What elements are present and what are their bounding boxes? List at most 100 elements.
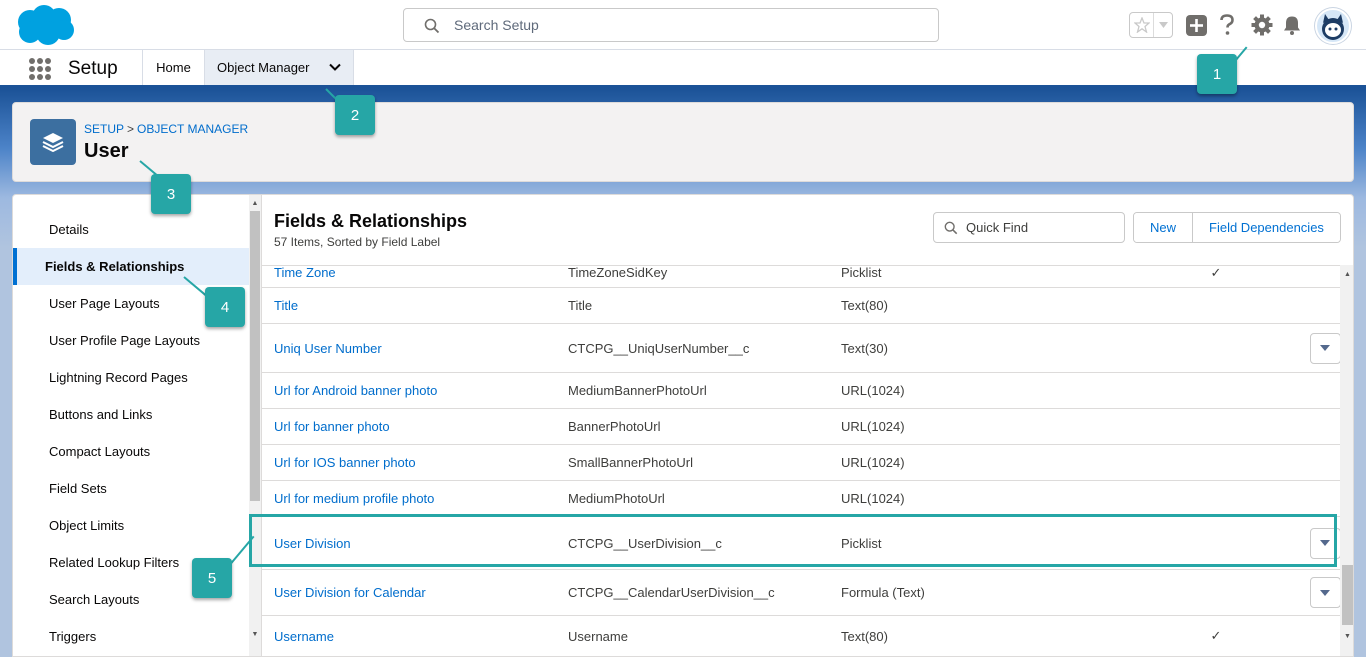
table-row: Url for medium profile photo MediumPhoto… (262, 481, 1340, 517)
field-label-link[interactable]: User Division (274, 517, 351, 569)
sidebar-item-buttons-links[interactable]: Buttons and Links (13, 396, 249, 433)
field-api-name: CTCPG__UserDivision__c (568, 535, 722, 551)
scrollbar-thumb[interactable] (1342, 565, 1353, 625)
field-data-type: URL(1024) (841, 383, 905, 398)
field-api-name: SmallBannerPhotoUrl (568, 455, 694, 470)
field-label-link[interactable]: User Division for Calendar (274, 570, 426, 615)
field-label-link[interactable]: Username (274, 616, 334, 656)
sidebar-item-triggers[interactable]: Triggers (13, 618, 249, 655)
field-label-link[interactable]: Url for banner photo (274, 409, 390, 444)
field-api-name: CTCPG__CalendarUserDivision__c (568, 585, 775, 600)
scroll-up-arrow-icon[interactable]: ▲ (251, 200, 259, 208)
favorites-button[interactable] (1129, 12, 1173, 38)
indexed-checkmark-icon: ✓ (1210, 265, 1222, 280)
table-row: Username Username Text(80) ✓ (262, 616, 1340, 656)
field-dependencies-button[interactable]: Field Dependencies (1192, 213, 1340, 242)
object-header: SETUP > OBJECT MANAGER User (12, 102, 1354, 182)
help-icon[interactable] (1215, 13, 1239, 37)
chevron-down-icon[interactable] (1154, 13, 1172, 37)
callout-badge-1: 1 (1197, 54, 1237, 94)
table-row: Title Title Text(80) (262, 288, 1340, 324)
field-label-link[interactable]: Url for IOS banner photo (274, 445, 416, 480)
action-button-group: New Field Dependencies (1133, 212, 1341, 243)
global-header (0, 0, 1366, 50)
app-name: Setup (68, 58, 118, 79)
salesforce-logo-icon[interactable] (14, 4, 76, 46)
sidebar-item-compact-layouts[interactable]: Compact Layouts (13, 433, 249, 470)
fields-table: Time Zone TimeZoneSidKey Picklist ✓ Titl… (262, 265, 1340, 656)
field-data-type: URL(1024) (841, 491, 905, 506)
scroll-down-arrow-icon[interactable]: ▼ (1344, 633, 1351, 640)
sidebar-item-details[interactable]: Details (13, 211, 249, 248)
user-avatar[interactable] (1315, 8, 1351, 44)
field-api-name: BannerPhotoUrl (568, 419, 661, 434)
chevron-down-icon[interactable] (329, 61, 341, 73)
chevron-down-icon (1320, 589, 1330, 596)
field-label-link[interactable]: Title (274, 288, 298, 323)
field-label-link[interactable]: Uniq User Number (274, 324, 382, 372)
row-actions-button[interactable] (1309, 527, 1340, 559)
field-data-type: Text(30) (841, 340, 888, 356)
table-row: Url for IOS banner photo SmallBannerPhot… (262, 445, 1340, 481)
table-row: Url for Android banner photo MediumBanne… (262, 373, 1340, 409)
field-api-name: Title (568, 298, 593, 313)
scroll-up-arrow-icon[interactable]: ▲ (1344, 271, 1351, 278)
field-data-type: Picklist (841, 535, 882, 551)
row-actions-button[interactable] (1309, 577, 1340, 608)
table-row: Uniq User Number CTCPG__UniqUserNumber__… (262, 324, 1340, 373)
quick-find-input[interactable] (966, 213, 1116, 242)
sidebar-item-fields-relationships[interactable]: Fields & Relationships (13, 248, 249, 285)
field-api-name: MediumPhotoUrl (568, 491, 665, 506)
chevron-down-icon (1320, 540, 1330, 546)
search-input[interactable] (454, 9, 924, 41)
chevron-down-icon (1320, 345, 1330, 351)
field-data-type: Text(80) (841, 628, 888, 644)
field-label-link[interactable]: Url for medium profile photo (274, 481, 434, 516)
callout-badge-4: 4 (205, 287, 245, 327)
field-data-type: URL(1024) (841, 419, 905, 434)
sidebar-item-user-profile-page-layouts[interactable]: User Profile Page Layouts (13, 322, 249, 359)
field-api-name: TimeZoneSidKey (568, 265, 668, 280)
tab-home[interactable]: Home (142, 50, 204, 85)
fields-content: Fields & Relationships 57 Items, Sorted … (261, 195, 1353, 656)
table-row: User Division for Calendar CTCPG__Calend… (262, 570, 1340, 616)
callout-badge-3: 3 (151, 174, 191, 214)
indexed-checkmark-icon: ✓ (1210, 628, 1222, 643)
app-navigation-bar: Setup Home Object Manager (0, 50, 1366, 88)
scrollbar-thumb[interactable] (250, 211, 260, 501)
table-row: Time Zone TimeZoneSidKey Picklist ✓ (262, 265, 1340, 288)
notifications-bell-icon[interactable] (1280, 13, 1304, 37)
global-actions-icon[interactable] (1184, 13, 1208, 37)
app-launcher-icon[interactable] (29, 58, 51, 80)
field-api-name: Username (568, 628, 628, 644)
breadcrumb-setup-link[interactable]: SETUP (84, 122, 124, 136)
search-setup[interactable] (403, 8, 939, 42)
sidebar-item-lightning-record-pages[interactable]: Lightning Record Pages (13, 359, 249, 396)
sidebar-item-field-sets[interactable]: Field Sets (13, 470, 249, 507)
field-data-type: Picklist (841, 265, 882, 280)
field-data-type: Formula (Text) (841, 585, 925, 600)
breadcrumb-object-manager-link[interactable]: OBJECT MANAGER (137, 122, 248, 136)
gear-icon[interactable] (1250, 13, 1274, 37)
table-row: User Division CTCPG__UserDivision__c Pic… (262, 517, 1340, 570)
breadcrumb: SETUP > OBJECT MANAGER (84, 122, 248, 136)
tab-object-manager[interactable]: Object Manager (204, 50, 354, 85)
sidebar-scrollbar[interactable]: ▲ ▼ (249, 195, 261, 656)
table-scrollbar[interactable]: ▲ ▼ (1340, 265, 1353, 656)
search-icon (944, 221, 958, 235)
quick-find[interactable] (933, 212, 1125, 243)
field-label-link[interactable]: Url for Android banner photo (274, 373, 437, 408)
field-label-link[interactable]: Time Zone (274, 266, 336, 287)
new-button[interactable]: New (1134, 213, 1193, 242)
sidebar-item-object-limits[interactable]: Object Limits (13, 507, 249, 544)
tab-object-manager-label: Object Manager (217, 60, 310, 75)
field-api-name: MediumBannerPhotoUrl (568, 383, 707, 398)
scroll-down-arrow-icon[interactable]: ▼ (251, 631, 259, 639)
row-actions-button[interactable] (1309, 332, 1340, 364)
star-icon[interactable] (1130, 13, 1154, 37)
field-data-type: Text(80) (841, 298, 888, 313)
breadcrumb-separator: > (127, 122, 135, 136)
section-title: Fields & Relationships (274, 211, 468, 231)
page-title: User (84, 140, 129, 162)
field-api-name: CTCPG__UniqUserNumber__c (568, 340, 750, 356)
